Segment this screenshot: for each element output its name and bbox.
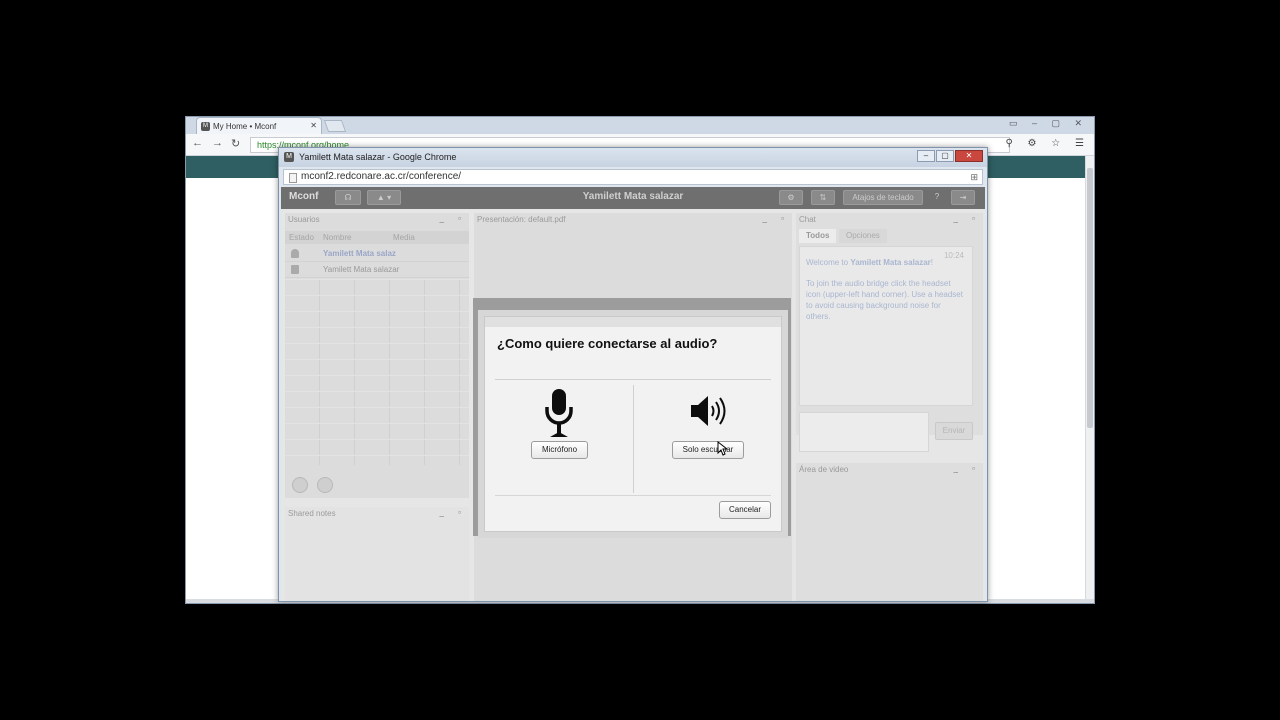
welcome-message: To join the audio bridge click the heads…: [806, 279, 963, 321]
tab-opciones[interactable]: Opciones: [839, 229, 887, 243]
listen-only-button[interactable]: Solo escuchar: [672, 441, 744, 459]
send-button[interactable]: Enviar: [935, 422, 973, 440]
shared-notes-panel: [285, 507, 469, 601]
conference-popup-window: M Yamilett Mata salazar - Google Chrome …: [278, 147, 988, 602]
welcome-line: Welcome to Yamilett Mata salazar!: [806, 258, 934, 267]
users-panel-header: Usuarios _ ▫: [285, 214, 469, 226]
close-button[interactable]: ✕: [955, 150, 983, 162]
mconf-favicon-icon: M: [284, 152, 294, 162]
col-nombre[interactable]: Nombre: [323, 233, 351, 242]
user-name: Yamilett Mata salaz: [323, 249, 396, 258]
webcam-button[interactable]: ▲ ▾: [367, 190, 401, 205]
maximize-button[interactable]: ▢: [936, 150, 954, 162]
shortcuts-button[interactable]: Atajos de teclado: [843, 190, 923, 205]
presentation-header: Presentación: default.pdf _ ▫: [474, 214, 792, 226]
col-estado[interactable]: Estado: [289, 233, 314, 242]
mouse-pointer-icon: [717, 441, 727, 456]
panel-controls-icon[interactable]: _ ▫: [439, 508, 467, 517]
translate-icon[interactable]: ⊞: [970, 172, 978, 183]
table-row[interactable]: Yamilett Mata salazar: [285, 262, 469, 278]
forward-icon[interactable]: →: [212, 137, 223, 149]
popup-address-bar[interactable]: mconf2.redconare.ac.cr/conference/ ⊞: [283, 169, 983, 185]
outer-tab-my-home[interactable]: M My Home • Mconf ✕: [196, 117, 322, 134]
welcome-name: Yamilett Mata salazar: [850, 258, 931, 267]
outer-tab-strip: M My Home • Mconf ✕ ▭ – ▢ ✕: [186, 117, 1094, 134]
panel-controls-icon[interactable]: _ ▫: [953, 214, 981, 223]
microphone-icon[interactable]: [539, 387, 579, 437]
page-icon: [289, 173, 297, 183]
tab-todos[interactable]: Todos: [799, 229, 837, 243]
shared-notes-title: Shared notes: [288, 509, 336, 518]
dialog-title: ¿Como quiere conectarse al audio?: [497, 336, 718, 351]
users-panel-title: Usuarios: [288, 215, 320, 224]
app-topbar: Mconf ☊ ▲ ▾ Yamilett Mata salazar ⚙ ⇅ At…: [281, 187, 985, 209]
outer-window-controls[interactable]: ▭ – ▢ ✕: [1009, 118, 1088, 129]
video-area-title: Área de video: [799, 465, 849, 474]
emoji-status-button[interactable]: [292, 477, 308, 493]
cancel-button[interactable]: Cancelar: [719, 501, 771, 519]
message-time: 10:24: [943, 251, 964, 260]
outer-tab-title: My Home • Mconf: [213, 122, 277, 131]
panel-controls-icon[interactable]: _ ▫: [439, 214, 467, 223]
user-name: Yamilett Mata salazar: [323, 265, 400, 274]
video-panel: [796, 463, 983, 601]
col-media[interactable]: Media: [393, 233, 415, 242]
dialog-header-bar: [485, 317, 781, 327]
help-button[interactable]: ?: [929, 190, 945, 205]
settings-gear-icon[interactable]: ⚙: [779, 190, 803, 205]
chat-title: Chat: [799, 215, 816, 224]
headset-button[interactable]: ☊: [335, 190, 361, 205]
divider: [633, 385, 634, 493]
shared-notes-header: Shared notes _ ▫: [285, 508, 469, 520]
popup-window-title: Yamilett Mata salazar - Google Chrome: [299, 152, 457, 162]
speaker-icon[interactable]: [689, 393, 727, 429]
users-table-header: Estado Nombre Media: [285, 231, 469, 244]
panel-controls-icon[interactable]: _ ▫: [762, 214, 790, 223]
outer-toolbar-icons[interactable]: ⚲ ⚙ ☆ ☰: [1005, 138, 1090, 149]
audio-connect-dialog: ¿Como quiere conectarse al audio? Micróf…: [484, 316, 782, 532]
conference-app: Mconf ☊ ▲ ▾ Yamilett Mata salazar ⚙ ⇅ At…: [281, 187, 985, 601]
raise-hand-icon: [291, 265, 299, 274]
back-icon[interactable]: ←: [192, 137, 203, 149]
popup-window-controls: – ▢ ✕: [916, 150, 983, 163]
chat-input[interactable]: [799, 412, 929, 452]
users-empty-grid: [285, 279, 469, 465]
outer-scrollbar[interactable]: [1085, 156, 1094, 603]
mconf-favicon-icon: M: [201, 122, 210, 131]
presentation-title: Presentación: default.pdf: [477, 215, 566, 224]
popup-url-text: mconf2.redconare.ac.cr/conference/: [301, 171, 462, 182]
microphone-button[interactable]: Micrófono: [531, 441, 588, 459]
panel-controls-icon[interactable]: _ ▫: [953, 464, 981, 473]
minimize-button[interactable]: –: [917, 150, 935, 162]
video-header: Área de video _ ▫: [796, 464, 983, 476]
layout-icon[interactable]: ⇅: [811, 190, 835, 205]
mconf-logo: Mconf: [289, 191, 319, 202]
tab-close-icon[interactable]: ✕: [310, 121, 317, 130]
new-tab-button[interactable]: [323, 120, 347, 132]
user-settings-button[interactable]: [317, 477, 333, 493]
divider: [495, 495, 771, 496]
popup-titlebar: M Yamilett Mata salazar - Google Chrome …: [279, 148, 987, 167]
divider: [495, 379, 771, 380]
logout-icon[interactable]: ⇥: [951, 190, 975, 205]
reload-icon[interactable]: ↻: [231, 137, 240, 150]
chat-header: Chat _ ▫: [796, 214, 983, 226]
user-icon: [291, 249, 299, 258]
table-row[interactable]: Yamilett Mata salaz: [285, 246, 469, 262]
chat-message-list: 10:24 Welcome to Yamilett Mata salazar! …: [799, 246, 973, 406]
